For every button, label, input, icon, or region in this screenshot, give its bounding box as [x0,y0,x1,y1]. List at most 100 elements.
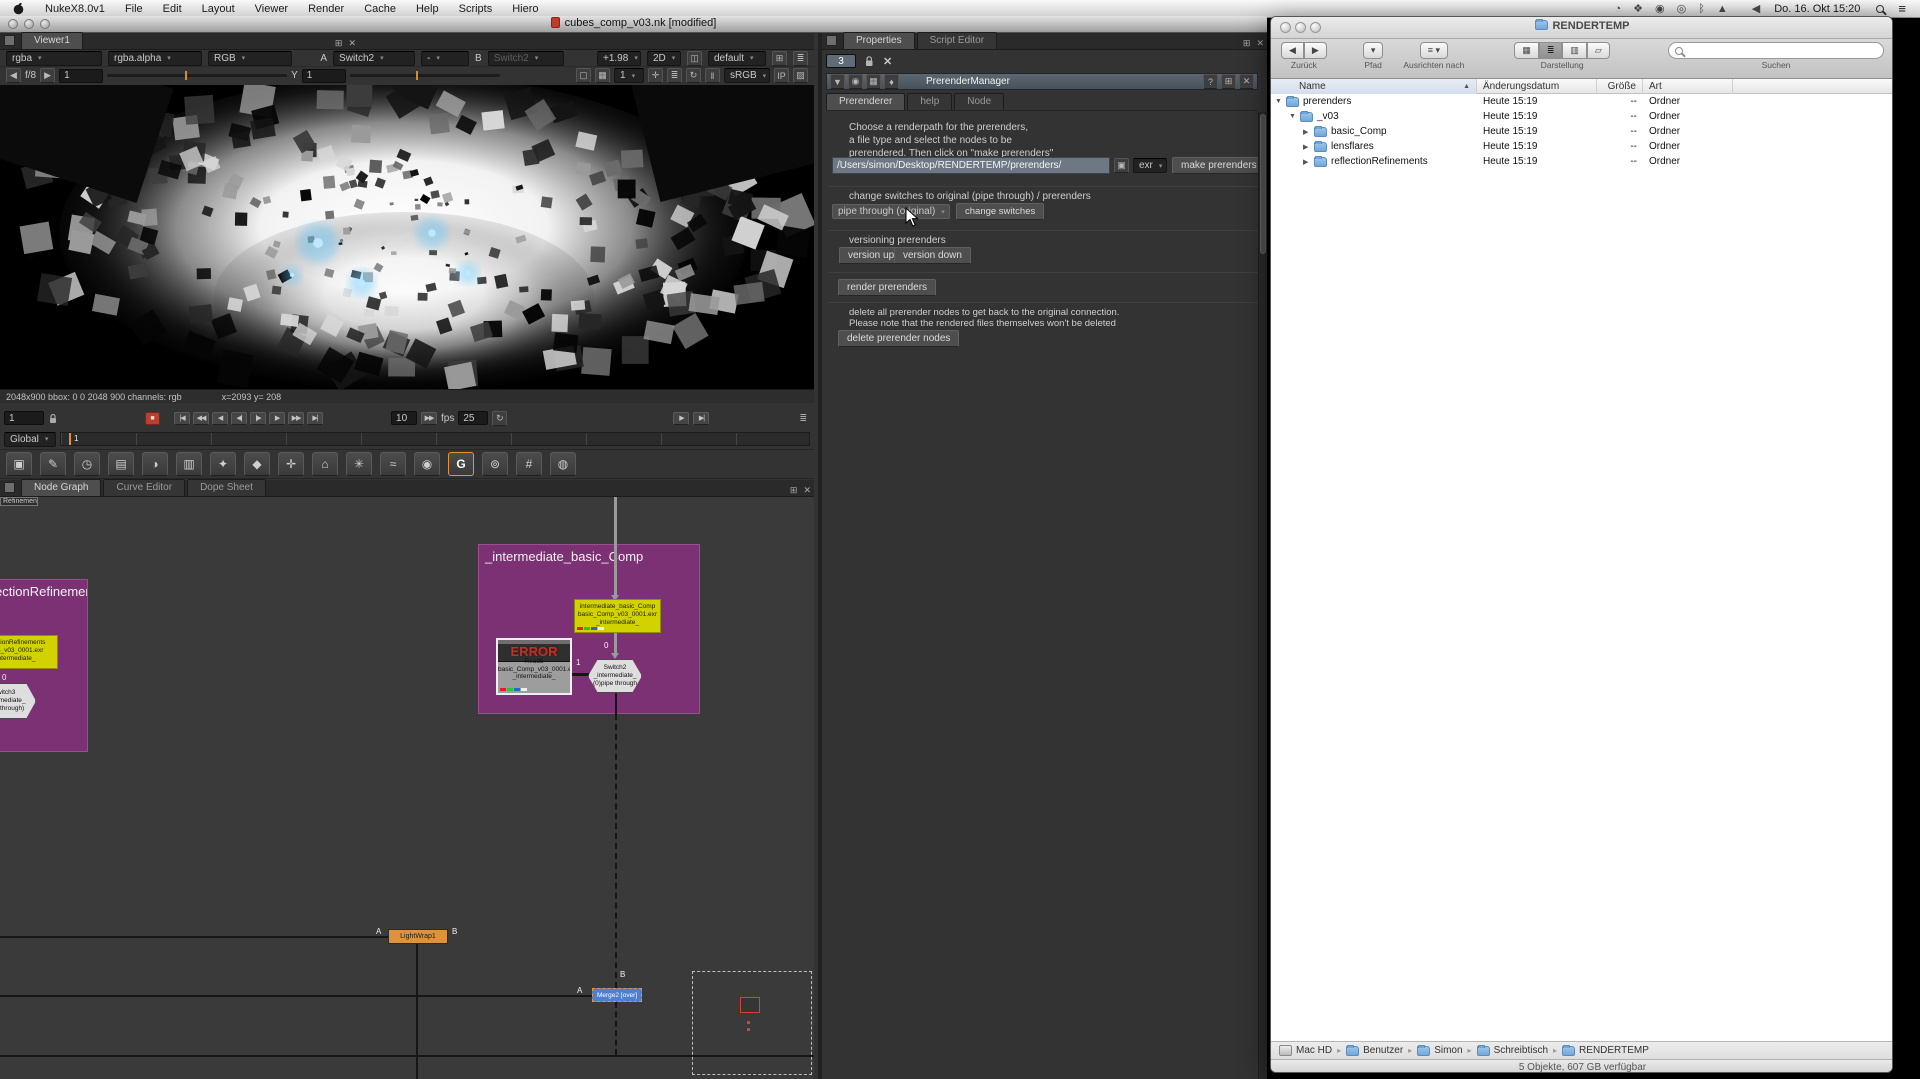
flipbook-range-button[interactable]: ▶| [693,412,709,425]
switch-target-select[interactable]: pipe through (original) [832,204,950,219]
menu-item[interactable]: Viewer [245,0,298,18]
tab-viewer1[interactable]: Viewer1 [21,32,83,49]
icon-view-button[interactable]: ▦ [1514,42,1539,59]
path-bar-item[interactable]: Benutzer ▸ [1346,1045,1417,1056]
gain-field[interactable]: 1 [59,69,103,83]
pane-menu-icon[interactable] [826,35,837,46]
viewer-process-select[interactable]: default [708,51,766,66]
max-panels-field[interactable]: 3 [826,54,856,68]
pause-icon[interactable]: ‖ [705,68,720,83]
column-header-name[interactable]: Name▲ [1271,79,1477,94]
close-pane-icon[interactable]: ✕ [800,485,814,496]
Node Graph[interactable]: Node Graph [21,479,101,496]
menu-item[interactable]: Cache [354,0,406,18]
toolbar-views-icon[interactable]: ◉ [414,452,440,476]
toolbar-draw-icon[interactable]: ✎ [40,452,66,476]
minimize-panel-icon[interactable]: ▼ [830,74,845,89]
help-icon[interactable]: ? [1203,74,1218,89]
toolbar-metadata-icon[interactable]: ⊚ [482,452,508,476]
menu-item[interactable]: Hiero [502,0,548,18]
play-forward-fast-button[interactable]: ▶▶ [288,412,304,425]
viewer-zoom-select[interactable]: +1.98 [597,51,641,66]
list-view-button[interactable]: ≣ [1539,42,1563,59]
close-panel-icon[interactable]: ✕ [1239,74,1254,89]
apple-menu-icon[interactable] [12,2,25,15]
current-frame-field[interactable]: 1 [4,411,44,425]
toolbar-merge-icon[interactable]: ◆ [244,452,270,476]
Dope Sheet[interactable]: Dope Sheet [187,479,266,496]
dropbox-icon[interactable]: ❖ [1627,2,1649,15]
play-backward-button[interactable]: ◀ [212,412,228,425]
viewer-mode-select[interactable]: 2D [647,51,681,66]
gamma-field[interactable]: 1 [302,69,346,83]
aperture-prev-icon[interactable]: ◀ [6,68,21,83]
Node[interactable]: Node [954,93,1004,110]
channel-display-select[interactable]: RGB [208,51,292,66]
frame-range-select[interactable]: Global [4,432,56,447]
viewer-image[interactable] [0,85,814,389]
menu-item[interactable]: Layout [192,0,245,18]
file-row[interactable]: basic_Comp Heute 15:19 -- Ordner [1271,124,1893,139]
node-name-field[interactable]: PrerenderManager [902,76,1200,87]
finder-titlebar[interactable]: RENDERTEMP [1271,17,1893,39]
menu-item[interactable]: Render [298,0,354,18]
play-backward-fast-button[interactable]: ◀◀ [193,412,209,425]
gain-slider[interactable] [107,74,287,77]
input-process-toggle[interactable]: IP [774,68,789,83]
column-header-date[interactable]: Änderungsdatum [1477,79,1597,94]
node-icon[interactable]: ▦ [866,74,881,89]
upload-arrow-icon[interactable]: ▲ [1711,3,1734,15]
stop-render-button[interactable]: ■ [145,412,160,425]
input-a-select[interactable]: Switch2 [333,51,415,66]
goto-end-button[interactable]: ▶| [307,412,323,425]
bluetooth-icon[interactable]: ᛒ [1692,3,1711,15]
disclosure-triangle-icon[interactable] [1289,113,1300,120]
filetype-select[interactable]: exr [1133,158,1167,173]
version-down-button[interactable]: version down [894,247,971,264]
toolbar-image-icon[interactable]: ▣ [6,452,32,476]
gamma-toggle[interactable]: Y [291,70,298,81]
delete-prerender-nodes-button[interactable]: delete prerender nodes [838,330,959,347]
toolbar-transform-icon[interactable]: ✛ [278,452,304,476]
gamma-slider[interactable] [350,74,500,77]
notification-bell-icon[interactable]: ◔ [1608,3,1627,15]
merge2-node[interactable]: Merge2 [over] [592,988,642,1002]
menubar-clock[interactable]: Do. 16. Okt 15:20 [1766,3,1868,15]
file-row[interactable]: prerenders Heute 15:19 -- Ordner [1271,94,1893,109]
compare-mode-select[interactable]: - [421,51,469,66]
renderpath-field[interactable]: /Users/simon/Desktop/RENDERTEMP/prerende… [832,157,1110,174]
arrange-button[interactable]: ≡ ▾ [1420,42,1448,59]
coverflow-view-button[interactable]: ▱ [1587,42,1610,59]
lock-frame-icon[interactable] [48,413,58,424]
toolbar-filter-icon[interactable]: ▥ [176,452,202,476]
path-bar-item[interactable]: Mac HD ▸ [1279,1045,1346,1056]
path-bar-item[interactable]: Schreibtisch ▸ [1477,1045,1562,1056]
Prerenderer[interactable]: Prerenderer [826,93,905,110]
column-header-kind[interactable]: Art [1643,79,1733,94]
mask-overlay-icon[interactable]: ▨ [793,68,808,83]
float-pane-icon[interactable]: ⊞ [332,38,346,49]
forward-button[interactable]: ▶ [1304,42,1327,59]
creative-cloud-icon[interactable]: ◎ [1671,2,1693,15]
play-forward-button[interactable]: ▶ [269,412,285,425]
nodegraph-canvas[interactable]: Refinements reflectionRefinements reflec… [0,497,814,1079]
menu-item[interactable]: Help [406,0,449,18]
spotlight-icon[interactable] [1876,5,1884,13]
toolbar-gizmos-icon[interactable]: G [448,452,474,476]
jump-forward-button[interactable]: ▶▶ [421,412,437,425]
switch2-node[interactable]: Switch2_intermediate_(0)pipe through [588,659,642,693]
frame-display-icon[interactable]: ⊞ [772,51,787,66]
file-row[interactable]: lensflares Heute 15:19 -- Ordner [1271,139,1893,154]
colorspace-select[interactable]: sRGB [724,68,770,83]
nuke-titlebar[interactable]: cubes_comp_v03.nk [modified] [0,16,1267,33]
help[interactable]: help [907,93,952,110]
disclosure-triangle-icon[interactable] [1303,158,1314,166]
pixel-analyzer-icon[interactable]: ✛ [648,68,663,83]
close-pane-icon[interactable]: ✕ [1253,38,1267,49]
playhead-marker[interactable] [69,433,71,445]
Properties[interactable]: Properties [843,32,915,49]
Curve Editor[interactable]: Curve Editor [103,479,185,496]
notification-center-icon[interactable]: ≡ [1892,1,1912,16]
frame-increment-field[interactable]: 10 [391,411,417,425]
expression-icon[interactable]: ♦ [884,74,899,89]
